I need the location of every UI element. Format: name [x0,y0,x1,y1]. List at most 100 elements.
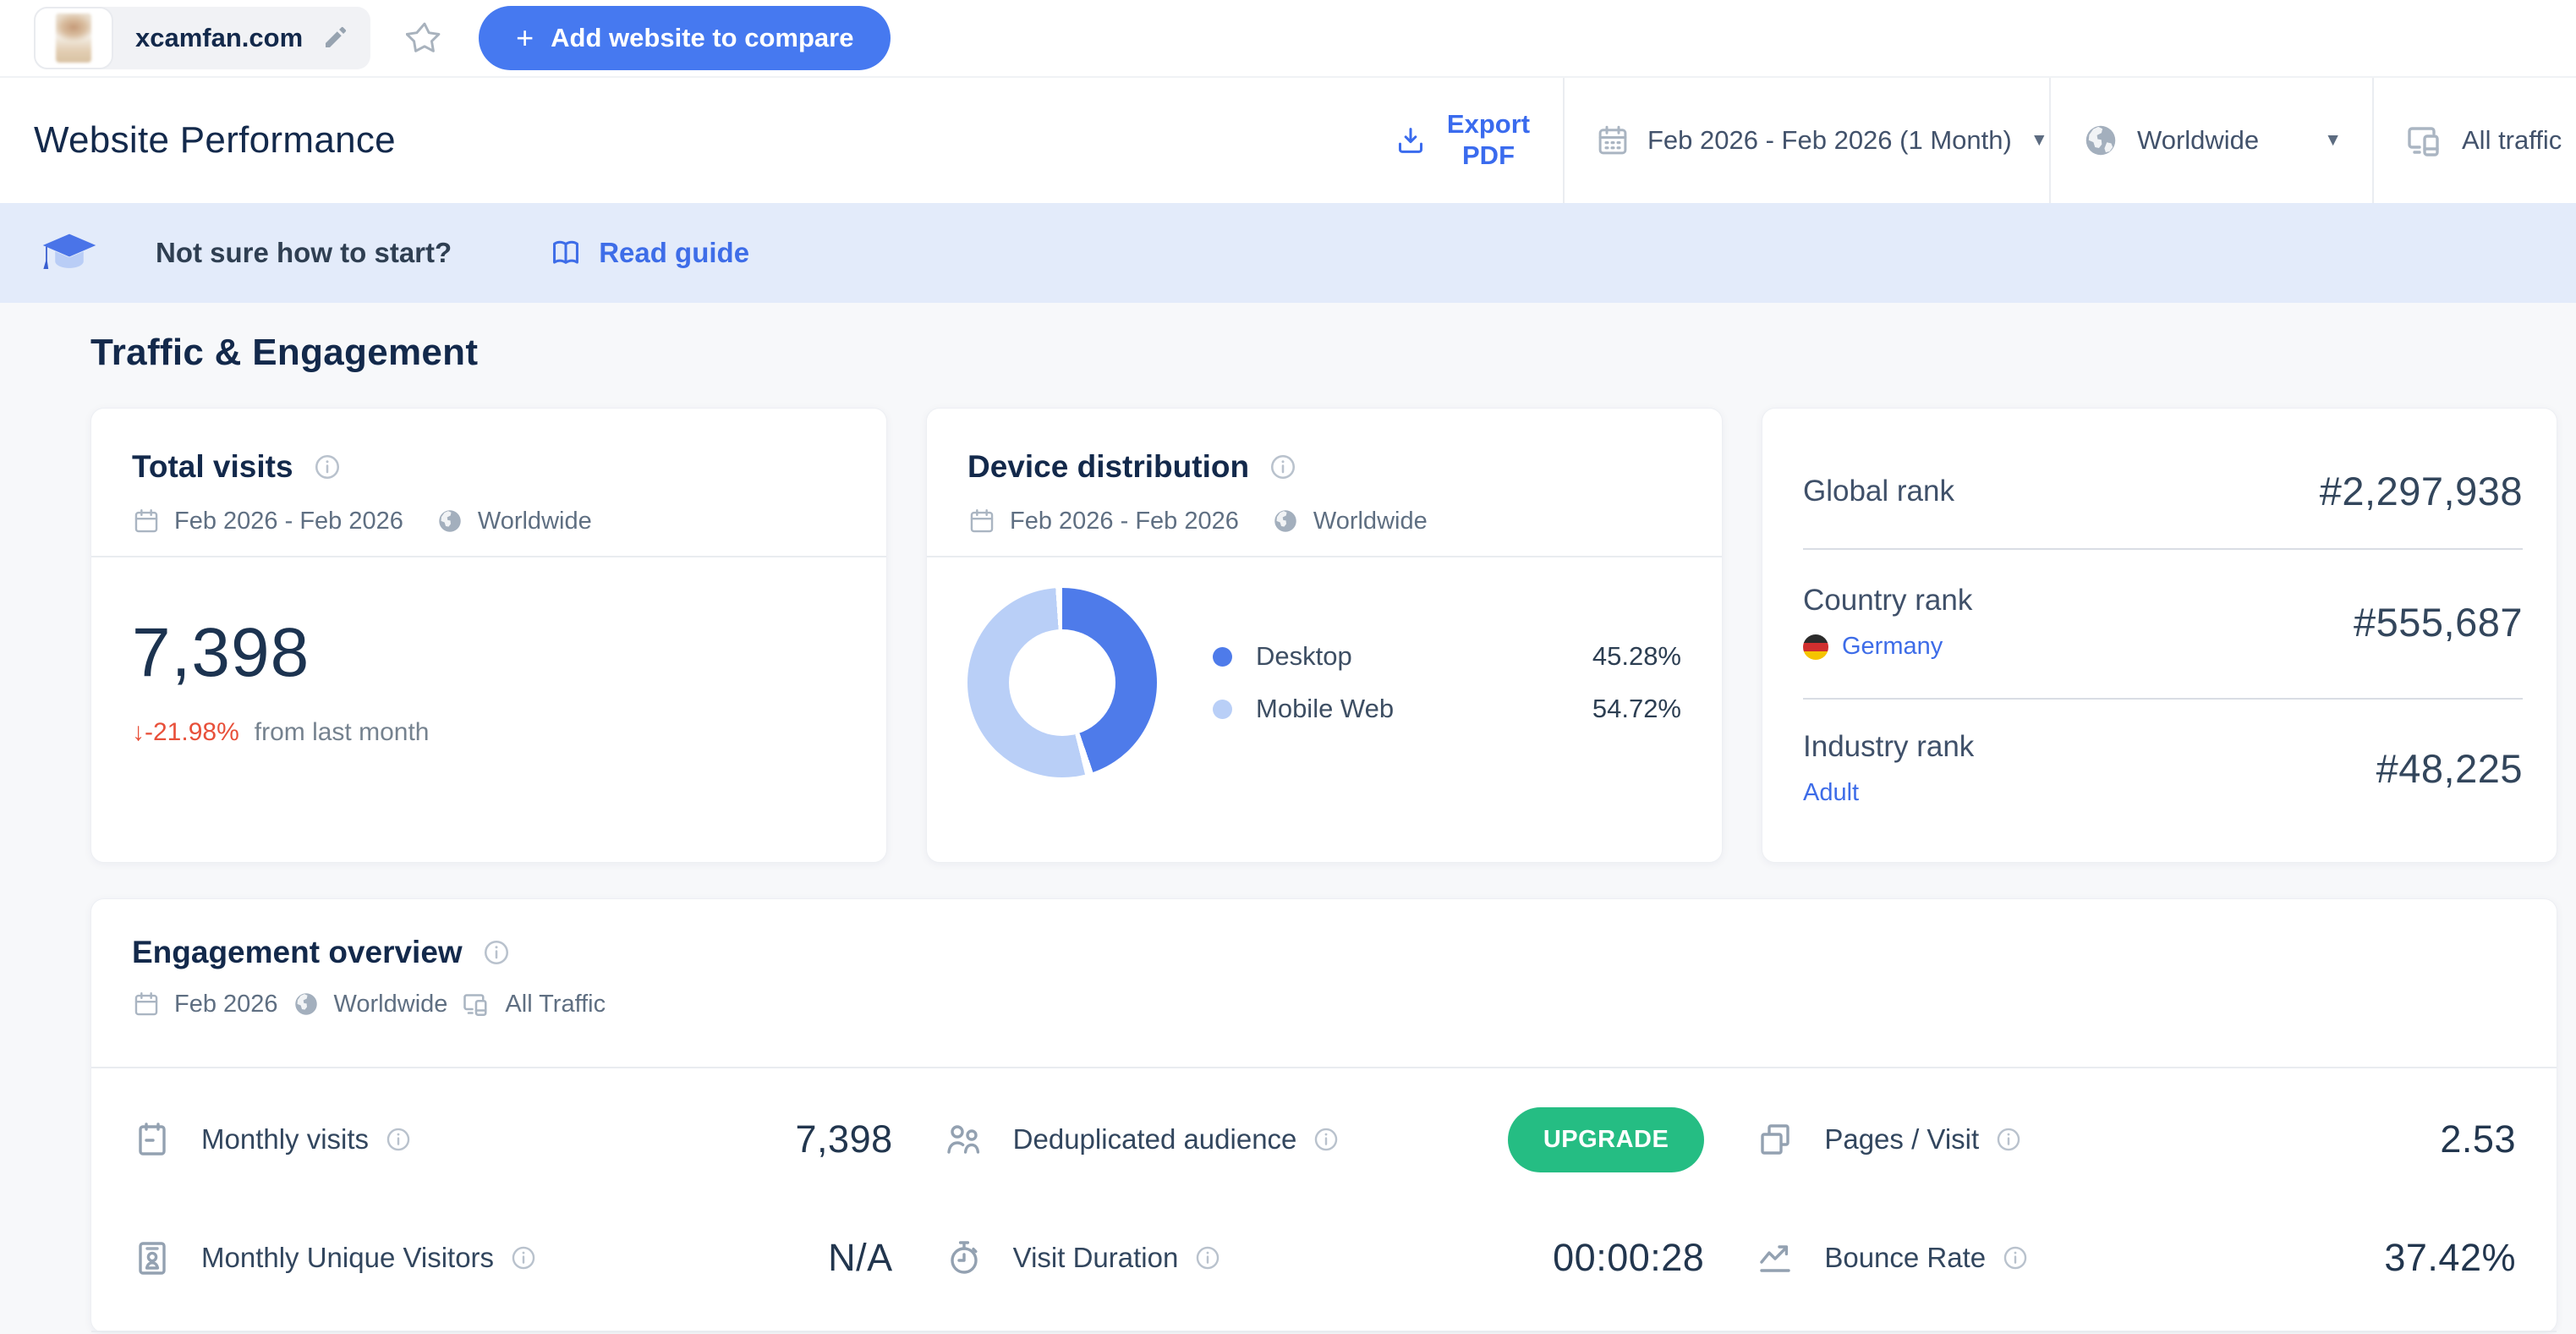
globe-icon [2081,121,2120,160]
unique-visitor-card-icon [132,1238,173,1278]
globe-icon [1271,507,1300,535]
engagement-overview-card: Engagement overview Feb 2026 Worldwide A… [90,898,2557,1333]
monthly-visits-value: 7,398 [795,1117,893,1161]
monthly-unique-visitors-value: N/A [828,1236,893,1279]
device-distribution-title: Device distribution [967,449,1250,484]
info-icon[interactable] [1994,1125,2023,1154]
country-rank-value: #555,687 [2353,600,2523,645]
country-link[interactable]: Germany [1842,633,1943,661]
info-icon[interactable] [2001,1243,2030,1272]
info-icon[interactable] [1312,1125,1340,1154]
traffic-filter-value: All traffic [2462,125,2562,155]
download-icon [1394,124,1428,157]
globe-icon [292,990,321,1018]
mobile-web-value: 54.72% [1592,694,1681,723]
book-icon [550,237,582,269]
graduation-cap-icon [37,225,101,281]
website-selector-chip[interactable]: xcamfan.com [34,7,371,69]
total-visits-date-range: Feb 2026 - Feb 2026 [174,507,403,535]
engagement-metrics-grid: Monthly visits 7,398 Deduplicated audien… [91,1068,2557,1317]
desktop-label: Desktop [1256,641,1352,671]
bounce-rate-value: 37.42% [2384,1236,2516,1279]
engagement-date: Feb 2026 [174,990,278,1018]
metric-label: Visit Duration [1012,1242,1179,1273]
country-rank-label: Country rank [1803,584,1973,617]
date-range-picker[interactable]: Feb 2026 - Feb 2026 (1 Month) ▼ [1563,78,2049,203]
summary-cards-row: Total visits Feb 2026 - Feb 2026 Worldwi… [90,408,2557,863]
visit-duration-value: 00:00:28 [1553,1236,1705,1279]
read-guide-link[interactable]: Read guide [550,237,749,269]
industry-link[interactable]: Adult [1803,779,1859,807]
engagement-title: Engagement overview [132,935,463,969]
section-title: Traffic & Engagement [90,332,479,373]
website-favicon [56,14,91,63]
page-title: Website Performance [34,119,396,161]
info-icon[interactable] [509,1243,538,1272]
pages-icon [1755,1119,1795,1160]
info-icon[interactable] [1268,452,1298,482]
export-pdf-button[interactable]: Export PDF [1363,78,1563,203]
region-selector[interactable]: Worldwide ▼ [2049,78,2372,203]
stopwatch-icon [944,1238,984,1278]
plus-icon: + [516,20,534,55]
chevron-down-icon: ▼ [2030,130,2048,150]
device-legend: Desktop 45.28% Mobile Web 54.72% [1213,619,1681,746]
total-visits-body: 7,398 ↓-21.98% from last month [91,557,886,747]
divider [91,1331,2557,1332]
info-icon[interactable] [384,1125,413,1154]
globe-icon [436,507,464,535]
rank-card: Global rank #2,297,938 Country rank Germ… [1762,408,2557,863]
metric-label: Deduplicated audience [1012,1123,1297,1155]
info-icon[interactable] [312,452,343,482]
pages-per-visit-value: 2.53 [2440,1117,2516,1161]
metric-label: Monthly visits [201,1123,370,1155]
engagement-region: Worldwide [333,990,448,1018]
total-visits-region: Worldwide [477,507,592,535]
website-favicon-box [34,7,113,69]
website-performance-page: xcamfan.com + Add website to compare Web… [0,0,2576,1334]
info-icon[interactable] [1193,1243,1222,1272]
total-visits-change-note: from last month [254,718,430,746]
metric-monthly-visits: Monthly visits 7,398 [132,1080,893,1199]
info-icon[interactable] [481,937,512,968]
country-rank-row: Country rank Germany #555,687 [1803,550,2523,698]
global-rank-value: #2,297,938 [2319,469,2523,513]
traffic-filter-selector[interactable]: All traffic [2372,78,2576,203]
total-visits-change: ↓-21.98% [132,718,239,746]
device-distribution-date-range: Feb 2026 - Feb 2026 [1010,507,1239,535]
desktop-value: 45.28% [1592,641,1681,671]
favorite-star-icon[interactable] [406,19,443,57]
header-controls: Export PDF Feb 2026 - Feb 2026 (1 Month)… [1363,78,2576,203]
industry-rank-row: Industry rank Adult #48,225 [1803,700,2523,841]
metric-visit-duration: Visit Duration 00:00:28 [944,1199,1705,1317]
edit-website-icon[interactable] [321,25,348,52]
page-header: Website Performance Export PDF Feb 2026 … [0,78,2576,203]
engagement-header: Engagement overview Feb 2026 Worldwide A… [91,899,2557,1067]
legend-item-mobile-web: Mobile Web 54.72% [1213,694,1681,724]
devices-icon [461,989,491,1019]
device-distribution-body: Desktop 45.28% Mobile Web 54.72% [927,557,1722,777]
calendar-icon [1595,123,1631,158]
total-visits-header: Total visits Feb 2026 - Feb 2026 Worldwi… [91,409,886,556]
device-donut-chart [967,588,1157,777]
add-website-to-compare-button[interactable]: + Add website to compare [479,6,891,70]
bounce-arrow-icon [1755,1238,1795,1278]
top-bar: xcamfan.com + Add website to compare [0,0,2576,78]
monthly-visits-icon [132,1119,173,1160]
metric-bounce-rate: Bounce Rate 37.42% [1755,1199,2516,1317]
industry-rank-value: #48,225 [2376,746,2523,791]
upgrade-button[interactable]: UPGRADE [1507,1106,1705,1172]
date-range-value: Feb 2026 - Feb 2026 (1 Month) [1647,125,2012,155]
engagement-traffic: All Traffic [505,990,606,1018]
device-distribution-card: Device distribution Feb 2026 - Feb 2026 … [926,408,1723,863]
total-visits-card: Total visits Feb 2026 - Feb 2026 Worldwi… [90,408,887,863]
legend-item-desktop: Desktop 45.28% [1213,641,1681,672]
metric-label: Pages / Visit [1824,1123,1980,1155]
compare-button-label: Add website to compare [551,23,854,52]
metric-label: Monthly Unique Visitors [201,1242,495,1273]
total-visits-title: Total visits [132,449,293,484]
calendar-icon [132,507,161,535]
device-distribution-header: Device distribution Feb 2026 - Feb 2026 … [927,409,1722,556]
export-pdf-label: Export PDF [1446,109,1531,170]
global-rank-row: Global rank #2,297,938 [1803,424,2523,548]
